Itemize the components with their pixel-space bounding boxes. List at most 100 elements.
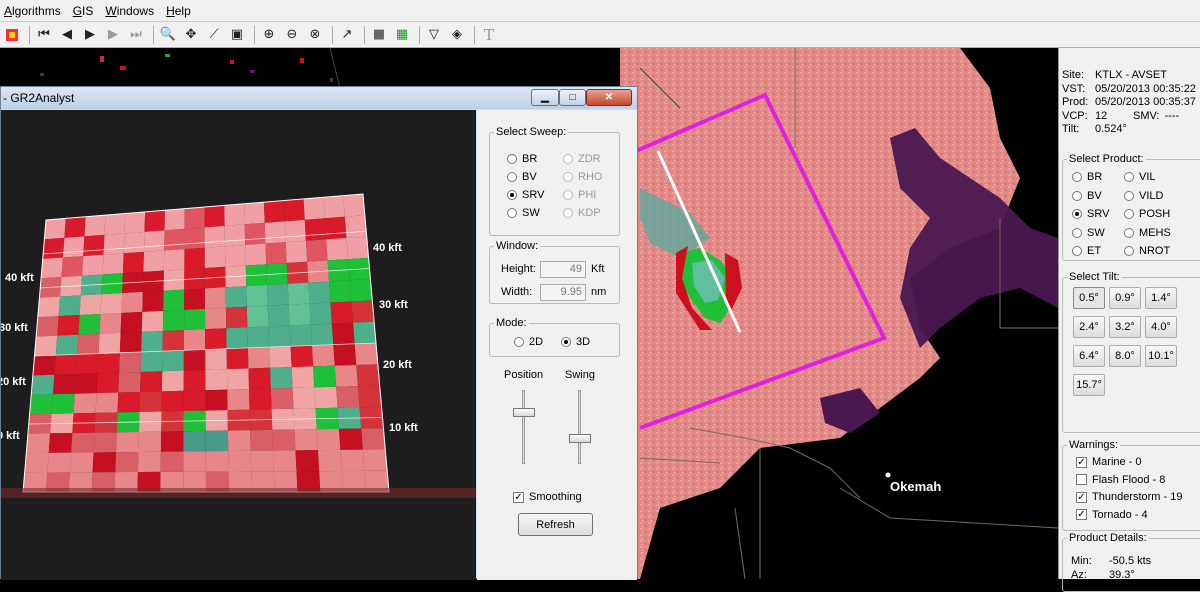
warning-checkbox[interactable]: ✓ Tornado - 4	[1076, 506, 1200, 524]
cross-section-cell	[204, 246, 226, 269]
tilt-button[interactable]: 2.4°	[1073, 316, 1105, 338]
refresh-button[interactable]: Refresh	[518, 513, 593, 536]
warning-checkbox[interactable]: ✓ Thunderstorm - 19	[1076, 488, 1200, 506]
cross-section-cell	[205, 451, 229, 472]
filter-icon[interactable]: ▽	[424, 25, 444, 45]
tilt-button[interactable]: 15.7°	[1073, 374, 1105, 396]
measure-icon[interactable]: ↗	[337, 25, 357, 45]
tilt-button[interactable]: 10.1°	[1145, 345, 1177, 367]
smoothing-checkbox[interactable]: ✓ Smoothing	[513, 488, 582, 506]
mode-3d-radio[interactable]: 3D	[561, 333, 590, 351]
swing-label: Swing	[565, 369, 595, 381]
product-radio-vil[interactable]: VIL	[1124, 168, 1179, 186]
position-slider-thumb[interactable]	[513, 408, 535, 418]
tilt-button[interactable]: 3.2°	[1109, 316, 1141, 338]
cross-section-cell	[331, 322, 355, 345]
cross-section-cell	[119, 351, 142, 373]
product-radio-label: NROT	[1139, 245, 1171, 257]
zoom-icon[interactable]: 🔍	[158, 25, 178, 45]
cross-section-icon[interactable]: ⟋	[204, 25, 224, 45]
next-frame-icon[interactable]: ▶	[103, 25, 123, 45]
text-icon[interactable]: T	[479, 25, 499, 45]
square-icon[interactable]: ■	[369, 25, 389, 45]
cross-section-cell	[29, 394, 53, 415]
product-radio-srv[interactable]: SRV	[1072, 205, 1127, 223]
info-panel: Site: KTLX - AVSET VST: 05/20/2013 00:35:2…	[1058, 48, 1200, 592]
product-radio-bv[interactable]: BV	[1072, 187, 1127, 205]
site-value: KTLX - AVSET	[1095, 69, 1167, 81]
cross-section-cell	[48, 433, 73, 453]
mode-2d-radio[interactable]: 2D	[514, 333, 543, 351]
sweep-radio-sw[interactable]: SW	[507, 204, 562, 222]
sweep-radio-bv[interactable]: BV	[507, 168, 562, 186]
warning-checkbox[interactable]: ✓ Marine - 0	[1076, 453, 1200, 471]
pan-icon[interactable]: ✥	[181, 25, 201, 45]
cross-section-cell	[141, 331, 163, 352]
product-details: Min: -50.5 kts Az: 39.3°	[1071, 555, 1200, 582]
toolbar-separator	[29, 25, 30, 44]
maximize-button[interactable]: □	[559, 89, 586, 106]
cross-section-cell	[226, 368, 250, 390]
position-slider-track[interactable]	[522, 390, 525, 464]
cross-section-cell	[122, 251, 144, 274]
product-radio-nrot[interactable]: NROT	[1124, 242, 1179, 260]
tilt-button[interactable]: 8.0°	[1109, 345, 1141, 367]
cross-section-cell	[183, 451, 206, 472]
3d-cross-section-view[interactable]: 40 kft 30 kft 20 kft 10 kft 40 kft 30 kf…	[1, 110, 476, 580]
product-radio-posh[interactable]: POSH	[1124, 205, 1179, 223]
cross-section-cell	[115, 451, 139, 473]
tilt-button[interactable]: 0.9°	[1109, 287, 1141, 309]
toolbar-separator	[332, 25, 333, 44]
product-radio-br[interactable]: BR	[1072, 168, 1127, 186]
tilt-button[interactable]: 0.5°	[1073, 287, 1105, 309]
zoom-out-icon[interactable]: ⊖	[282, 25, 302, 45]
minimize-button[interactable]: ▁	[531, 89, 559, 106]
zoom-reset-icon[interactable]: ⊗	[305, 25, 325, 45]
warning-checkbox[interactable]: Flash Flood - 8	[1076, 471, 1200, 489]
last-frame-icon[interactable]: ⏭	[126, 25, 146, 45]
height-field[interactable]: 49	[540, 261, 586, 278]
product-radio-vild[interactable]: VILD	[1124, 187, 1179, 205]
product-radio-et[interactable]: ET	[1072, 242, 1127, 260]
cross-section-cell	[74, 373, 98, 394]
cross-section-cell	[353, 321, 376, 344]
cross-section-cell	[52, 374, 76, 395]
cross-section-cell	[308, 281, 331, 304]
menu-help[interactable]: Help	[166, 4, 191, 18]
play-icon[interactable]: ▶	[80, 25, 100, 45]
tilt-button[interactable]: 4.0°	[1145, 316, 1177, 338]
stack-icon[interactable]: ▣	[227, 25, 247, 45]
diamond-icon[interactable]: ◈	[447, 25, 467, 45]
tilt-button[interactable]: 1.4°	[1145, 287, 1177, 309]
cross-section-cell	[340, 449, 365, 471]
sweep-radio-srv[interactable]: SRV	[507, 186, 562, 204]
grid-icon[interactable]: ▦	[392, 25, 412, 45]
previous-frame-icon[interactable]: ◀	[57, 25, 77, 45]
cross-section-cell	[269, 346, 292, 368]
swing-slider-thumb[interactable]	[569, 434, 591, 444]
width-field[interactable]: 9.95	[540, 284, 586, 301]
close-button[interactable]: ✕	[586, 89, 632, 106]
az-value: 39.3°	[1109, 568, 1135, 581]
sweep-radio-label: SW	[522, 207, 540, 219]
sweep-radio-br[interactable]: BR	[507, 150, 562, 168]
cross-section-cell	[226, 327, 248, 349]
cross-section-cell	[120, 311, 143, 333]
first-frame-icon[interactable]: ⏮	[34, 25, 54, 45]
width-label: Width:	[501, 286, 533, 298]
menu-gis[interactable]: GIS	[73, 4, 94, 18]
tilt-button[interactable]: 6.4°	[1073, 345, 1105, 367]
cross-section-cell	[285, 240, 308, 263]
window-title-bar[interactable]: - GR2Analyst ▁ □ ✕	[1, 87, 637, 109]
product-radio-mehs[interactable]: MEHS	[1124, 224, 1179, 242]
swing-slider-track[interactable]	[578, 390, 581, 464]
product-radio-sw[interactable]: SW	[1072, 224, 1127, 242]
cross-section-cell	[356, 364, 380, 387]
cross-section-cell	[84, 215, 106, 237]
zoom-in-icon[interactable]: ⊕	[259, 25, 279, 45]
cross-section-cell	[104, 213, 126, 235]
palette-icon[interactable]	[2, 25, 22, 45]
menu-windows[interactable]: Windows	[105, 4, 154, 18]
menu-algorithms[interactable]: Algorithms	[4, 4, 61, 18]
mode-2d-label: 2D	[529, 336, 544, 348]
